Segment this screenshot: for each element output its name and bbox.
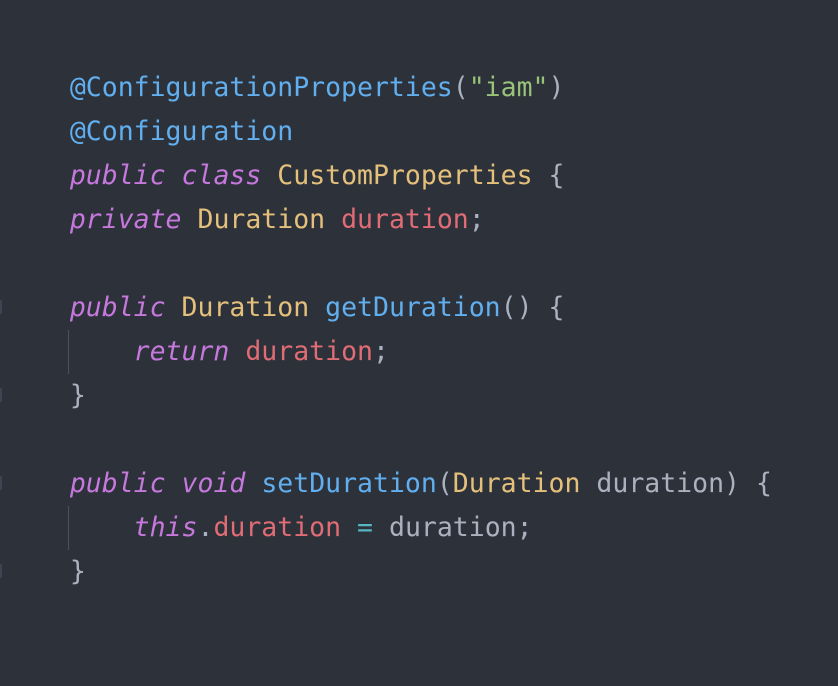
brace-token: { (755, 468, 772, 499)
keyword-token: public (69, 160, 166, 191)
code-line-11: public void setDuration(Duration duratio… (6, 462, 772, 506)
paren-token: ) (724, 468, 741, 499)
code-editor[interactable]: @ConfigurationProperties("iam") @Configu… (0, 0, 838, 686)
keyword-token: private (69, 204, 182, 235)
string-token: "iam" (468, 72, 549, 103)
method-name-token: setDuration (261, 468, 437, 499)
operator-token: = (357, 512, 374, 543)
field-token: duration (341, 204, 469, 235)
type-token: Duration (452, 468, 581, 499)
code-line-15: } (6, 638, 86, 682)
code-line-9: } (6, 374, 86, 418)
field-token: duration (213, 512, 342, 543)
type-token: Duration (197, 204, 326, 235)
semicolon-token: ; (468, 204, 485, 235)
gutter-fold-marker (0, 388, 2, 402)
keyword-token: return (133, 336, 230, 367)
parameter-token: duration (596, 468, 725, 499)
keyword-token: class (181, 160, 262, 191)
keyword-token: this (133, 512, 198, 543)
field-token: duration (245, 336, 373, 367)
paren-token: ( (452, 72, 469, 103)
code-line-8: return duration; (6, 330, 389, 374)
parameter-token: duration (388, 512, 517, 543)
keyword-token: public (69, 292, 166, 323)
gutter-fold-marker (0, 300, 2, 314)
dot-token: . (197, 512, 214, 543)
semicolon-token: ; (516, 512, 533, 543)
gutter-fold-marker (0, 476, 2, 490)
keyword-token: public (69, 468, 166, 499)
semicolon-token: ; (372, 336, 389, 367)
code-line-12: this.duration = duration; (6, 506, 533, 550)
code-line-13: } (6, 550, 86, 594)
keyword-token: void (181, 468, 246, 499)
paren-token: ( (436, 468, 453, 499)
brace-token: } (69, 380, 86, 411)
type-token: Duration (181, 292, 310, 323)
code-line-2: @Configuration (6, 66, 293, 147)
class-name-token: CustomProperties (277, 160, 533, 191)
brace-token: { (548, 292, 565, 323)
brace-token: { (548, 160, 565, 191)
code-line-3: public class CustomProperties { (6, 110, 565, 191)
paren-token: () (500, 292, 533, 323)
code-line-1: @ConfigurationProperties("iam") (6, 22, 565, 103)
brace-token: } (69, 556, 86, 587)
paren-token: ) (548, 72, 565, 103)
gutter-fold-marker (0, 564, 2, 578)
method-name-token: getDuration (325, 292, 501, 323)
code-line-7: public Duration getDuration() { (6, 286, 565, 330)
code-line-5: private Duration duration; (6, 198, 485, 242)
